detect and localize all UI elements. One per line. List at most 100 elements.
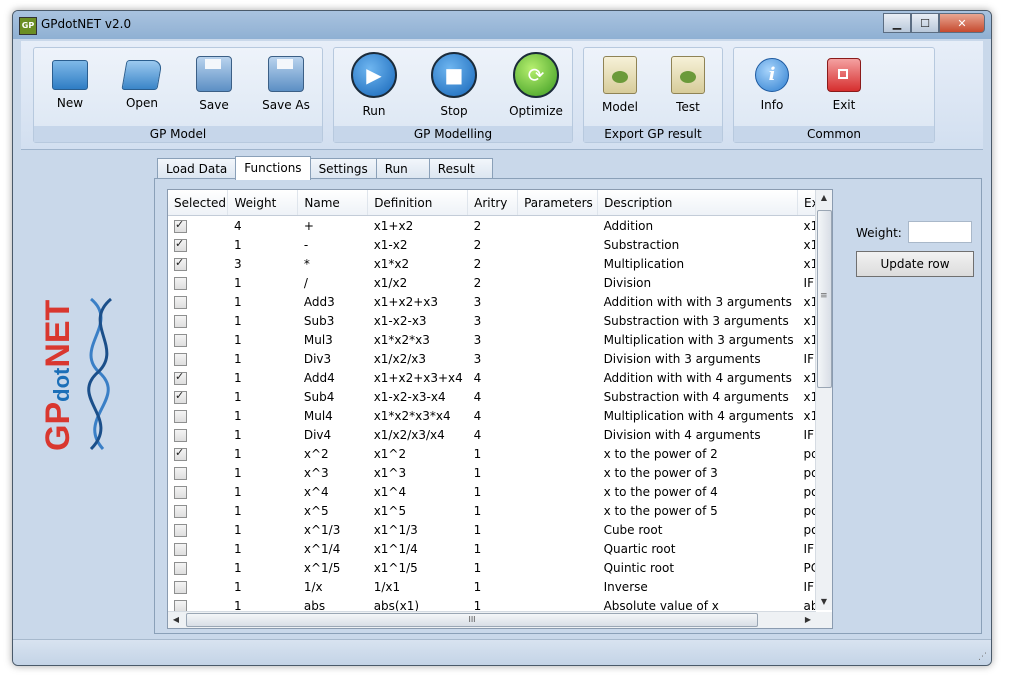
definition-cell[interactable]: x1-x2-x3-x4	[368, 387, 468, 406]
parameters-cell[interactable]	[518, 425, 598, 444]
table-row[interactable]: 1 Div4 x1/x2/x3/x4 4 Division with 4 argumen…	[168, 425, 832, 444]
row-checkbox[interactable]	[174, 237, 187, 252]
horizontal-scroll-thumb[interactable]: III	[186, 613, 758, 627]
definition-cell[interactable]: x1/x2	[368, 273, 468, 292]
weight-cell[interactable]: 1	[228, 368, 298, 387]
row-checkbox[interactable]	[174, 485, 187, 499]
horizontal-scrollbar[interactable]: ◀ III ▶	[168, 611, 816, 628]
name-cell[interactable]: 1/x	[298, 577, 368, 596]
description-cell[interactable]: Quintic root	[598, 558, 798, 577]
row-checkbox[interactable]	[174, 523, 187, 537]
save-button[interactable]: Save	[178, 52, 250, 124]
arity-cell[interactable]: 2	[468, 273, 518, 292]
info-button[interactable]: i Info	[736, 52, 808, 124]
table-row[interactable]: 1 Add3 x1+x2+x3 3 Addition with with 3 argum…	[168, 292, 832, 311]
row-checkbox[interactable]	[174, 218, 187, 233]
definition-cell[interactable]: x1+x2	[368, 216, 468, 236]
table-row[interactable]: 1 1/x 1/x1 1 Inverse IF(	[168, 577, 832, 596]
scroll-up-arrow-icon[interactable]: ▲	[816, 190, 832, 206]
row-checkbox[interactable]	[174, 389, 187, 404]
definition-cell[interactable]: x1*x2*x3	[368, 330, 468, 349]
description-cell[interactable]: Multiplication	[598, 254, 798, 273]
row-checkbox[interactable]	[174, 352, 187, 366]
parameters-cell[interactable]	[518, 311, 598, 330]
weight-cell[interactable]: 1	[228, 558, 298, 577]
definition-cell[interactable]: x1+x2+x3	[368, 292, 468, 311]
definition-cell[interactable]: x1*x2	[368, 254, 468, 273]
optimize-button[interactable]: ⟳ Optimize	[500, 52, 572, 124]
table-row[interactable]: 1 Div3 x1/x2/x3 3 Division with 3 arguments I…	[168, 349, 832, 368]
tab-load-data[interactable]: Load Data	[157, 158, 237, 179]
row-checkbox[interactable]	[174, 504, 187, 518]
new-button[interactable]: New	[34, 52, 106, 124]
name-cell[interactable]: Add3	[298, 292, 368, 311]
description-cell[interactable]: Substraction with 4 arguments	[598, 387, 798, 406]
table-row[interactable]: 1 x^5 x1^5 1 x to the power of 5 po	[168, 501, 832, 520]
description-cell[interactable]: x to the power of 2	[598, 444, 798, 463]
export-test-button[interactable]: Test	[652, 52, 724, 124]
description-cell[interactable]: Multiplication with 3 arguments	[598, 330, 798, 349]
name-cell[interactable]: x^4	[298, 482, 368, 501]
row-checkbox[interactable]	[174, 561, 187, 575]
row-checkbox[interactable]	[174, 542, 187, 556]
row-checkbox[interactable]	[174, 409, 187, 423]
name-cell[interactable]: x^2	[298, 444, 368, 463]
definition-cell[interactable]: x1/x2/x3/x4	[368, 425, 468, 444]
weight-cell[interactable]: 1	[228, 330, 298, 349]
arity-cell[interactable]: 1	[468, 558, 518, 577]
arity-cell[interactable]: 4	[468, 368, 518, 387]
row-checkbox[interactable]	[174, 446, 187, 461]
tab-settings[interactable]: Settings	[309, 158, 377, 179]
arity-cell[interactable]: 1	[468, 577, 518, 596]
parameters-cell[interactable]	[518, 292, 598, 311]
arity-cell[interactable]: 4	[468, 387, 518, 406]
export-model-button[interactable]: Model	[584, 52, 656, 124]
name-cell[interactable]: Div4	[298, 425, 368, 444]
definition-cell[interactable]: x1^5	[368, 501, 468, 520]
name-cell[interactable]: Div3	[298, 349, 368, 368]
row-checkbox[interactable]	[174, 428, 187, 442]
weight-cell[interactable]: 4	[228, 216, 298, 236]
weight-input[interactable]	[908, 221, 972, 243]
arity-cell[interactable]: 1	[468, 539, 518, 558]
arity-cell[interactable]: 3	[468, 330, 518, 349]
table-row[interactable]: 1 Mul4 x1*x2*x3*x4 4 Multiplication with 4 a…	[168, 406, 832, 425]
update-row-button[interactable]: Update row	[856, 251, 974, 277]
table-row[interactable]: 1 Sub3 x1-x2-x3 3 Substraction with 3 argume…	[168, 311, 832, 330]
definition-cell[interactable]: x1-x2	[368, 235, 468, 254]
weight-cell[interactable]: 1	[228, 387, 298, 406]
weight-cell[interactable]: 1	[228, 520, 298, 539]
weight-cell[interactable]: 1	[228, 425, 298, 444]
arity-cell[interactable]: 1	[468, 482, 518, 501]
arity-cell[interactable]: 2	[468, 216, 518, 236]
description-cell[interactable]: Cube root	[598, 520, 798, 539]
table-row[interactable]: 1 x^3 x1^3 1 x to the power of 3 po	[168, 463, 832, 482]
arity-cell[interactable]: 1	[468, 463, 518, 482]
weight-cell[interactable]: 1	[228, 349, 298, 368]
description-cell[interactable]: Addition with with 4 arguments	[598, 368, 798, 387]
definition-cell[interactable]: x1-x2-x3	[368, 311, 468, 330]
stop-button[interactable]: ■ Stop	[418, 52, 490, 124]
parameters-cell[interactable]	[518, 273, 598, 292]
definition-cell[interactable]: 1/x1	[368, 577, 468, 596]
table-row[interactable]: 1Add4x1+x2+x3+x44 Addition with with 4 ar…	[168, 368, 832, 387]
weight-cell[interactable]: 1	[228, 539, 298, 558]
tab-result[interactable]: Result	[428, 158, 493, 179]
name-cell[interactable]: x^1/4	[298, 539, 368, 558]
name-cell[interactable]: +	[298, 216, 368, 236]
description-cell[interactable]: Multiplication with 4 arguments	[598, 406, 798, 425]
arity-cell[interactable]: 4	[468, 406, 518, 425]
parameters-cell[interactable]	[518, 520, 598, 539]
table-row[interactable]: 1Sub4x1-x2-x3-x44 Substraction with 4 arg…	[168, 387, 832, 406]
name-cell[interactable]: Sub4	[298, 387, 368, 406]
name-cell[interactable]: x^3	[298, 463, 368, 482]
arity-cell[interactable]: 3	[468, 292, 518, 311]
weight-cell[interactable]: 1	[228, 501, 298, 520]
open-button[interactable]: Open	[106, 52, 178, 124]
name-cell[interactable]: *	[298, 254, 368, 273]
description-cell[interactable]: Inverse	[598, 577, 798, 596]
minimize-button[interactable]: ▁	[883, 13, 911, 33]
parameters-cell[interactable]	[518, 539, 598, 558]
column-header-parameters[interactable]: Parameters	[517, 190, 599, 216]
column-header-selected[interactable]: Selected	[168, 190, 229, 216]
